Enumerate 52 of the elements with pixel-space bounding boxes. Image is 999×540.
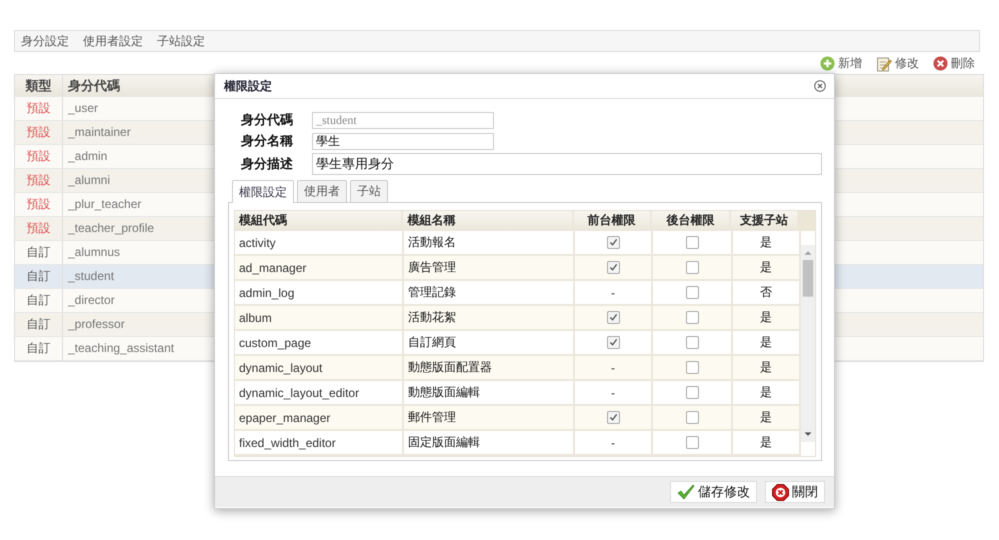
checkbox[interactable] <box>686 286 698 299</box>
tab[interactable]: 子站 <box>350 180 388 202</box>
checkbox[interactable] <box>686 361 698 374</box>
close-button[interactable]: 關閉 <box>765 481 825 503</box>
checkbox[interactable] <box>606 236 620 249</box>
table-cell: 自訂 <box>15 313 63 336</box>
checkbox[interactable] <box>606 311 620 324</box>
close-icon <box>772 484 789 500</box>
table-cell: 預設 <box>15 193 63 216</box>
table-cell: 固定版面編輯 <box>404 431 575 456</box>
input-field[interactable]: 學生專用身分 <box>312 153 822 175</box>
checkbox[interactable] <box>686 261 698 274</box>
checkbox[interactable] <box>686 236 698 249</box>
tab[interactable]: 使用者 <box>297 180 347 202</box>
checkbox[interactable] <box>686 411 698 424</box>
delete-button[interactable]: 刪除 <box>931 54 977 73</box>
checkbox[interactable] <box>606 336 620 349</box>
checkbox[interactable] <box>686 311 698 324</box>
table-cell: 自訂 <box>15 265 63 288</box>
table-cell: 自訂 <box>15 241 63 264</box>
table-cell: 自訂 <box>15 337 63 360</box>
menu-item[interactable]: 使用者設定 <box>83 32 143 50</box>
checkbox[interactable] <box>686 336 698 349</box>
save-button[interactable]: 儲存修改 <box>670 481 757 503</box>
notepad-icon <box>876 56 892 72</box>
edit-button[interactable]: 修改 <box>874 54 921 73</box>
table-cell: 預設 <box>15 217 63 240</box>
plus-icon <box>820 56 835 71</box>
input-field[interactable]: 學生 <box>312 132 494 150</box>
checkbox[interactable] <box>606 411 620 424</box>
column-header: 類型 <box>15 75 63 96</box>
tab[interactable]: 權限設定 <box>232 180 294 203</box>
table-cell: 預設 <box>15 145 63 168</box>
field-label: 身分描述 <box>240 155 294 173</box>
table-cell: 預設 <box>15 169 63 192</box>
checkmark-icon <box>677 484 695 500</box>
table-cell: - <box>575 431 653 456</box>
table-cell: 自訂 <box>15 289 63 312</box>
field-label: 身分名稱 <box>240 132 294 150</box>
checkbox[interactable] <box>686 436 698 449</box>
checkbox[interactable] <box>606 261 620 274</box>
table-cell: 預設 <box>15 97 63 120</box>
field-label: 身分代碼 <box>240 111 294 129</box>
menu-item[interactable]: 子站設定 <box>157 32 205 50</box>
dialog-title: 權限設定 <box>224 78 272 94</box>
close-icon[interactable] <box>814 80 826 92</box>
table-cell: fixed_width_editor <box>235 431 404 456</box>
table-cell: 預設 <box>15 121 63 144</box>
menu-item[interactable]: 身分設定 <box>21 32 69 50</box>
delete-icon <box>933 56 948 71</box>
checkbox[interactable] <box>686 386 698 399</box>
add-button[interactable]: 新增 <box>818 54 864 73</box>
